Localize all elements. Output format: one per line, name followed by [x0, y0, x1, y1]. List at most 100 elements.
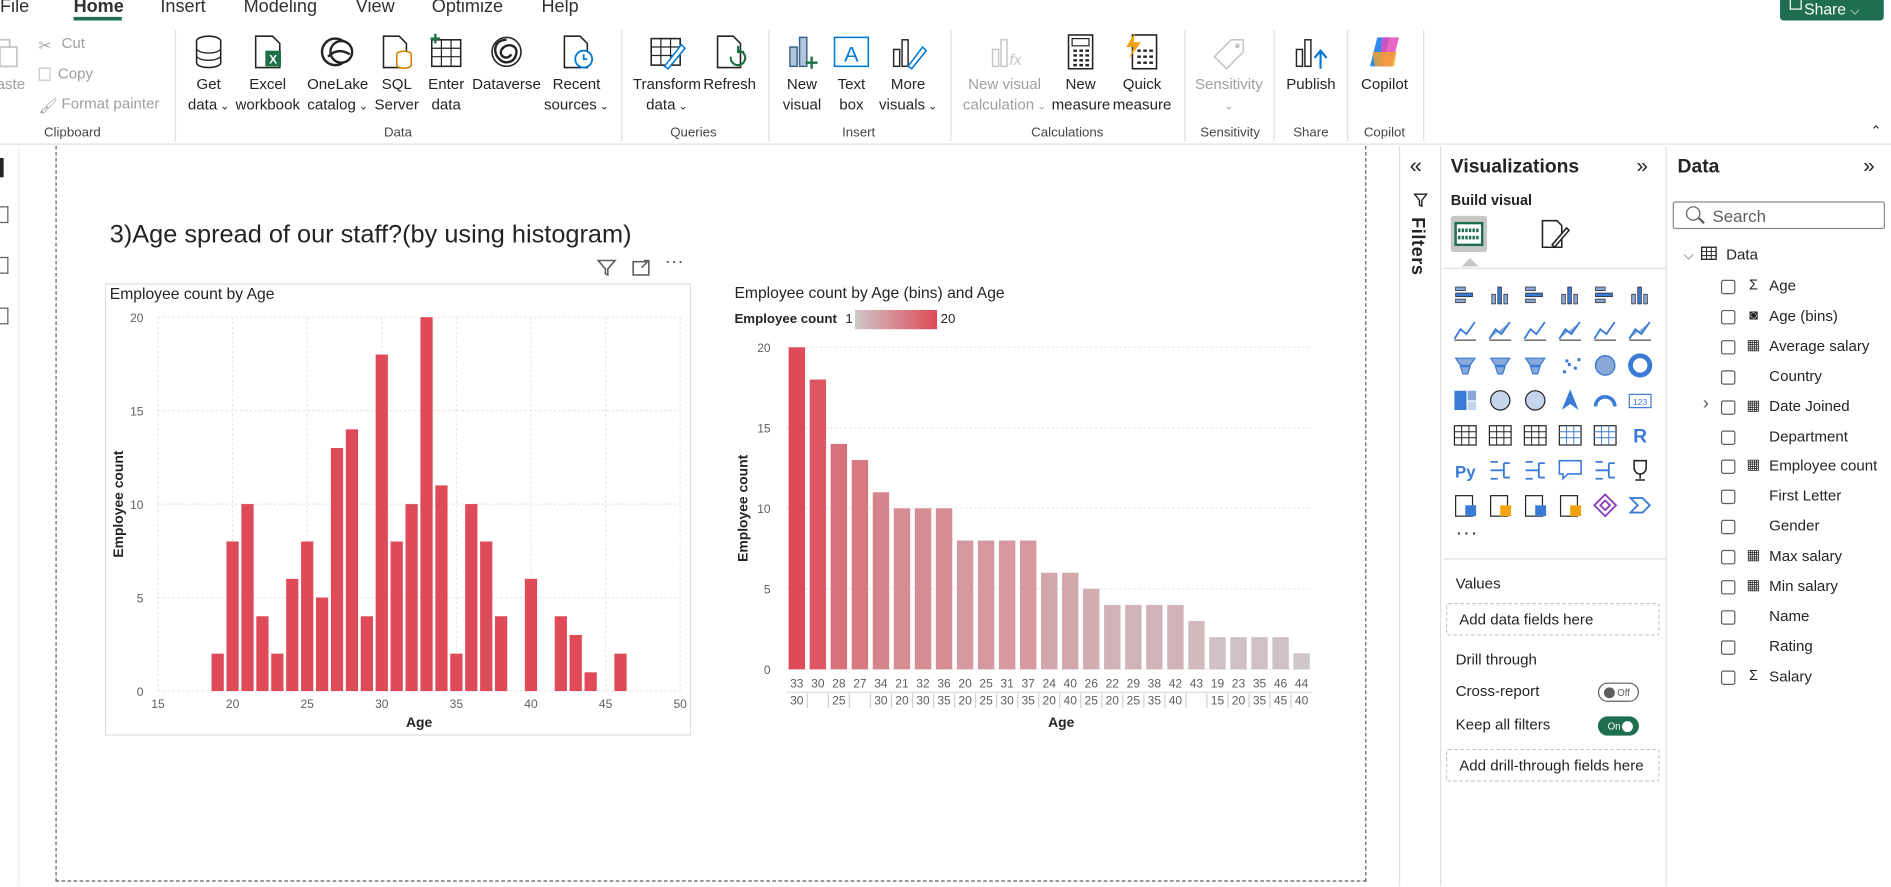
narrative-icon[interactable]	[1592, 457, 1619, 484]
azure-map-icon[interactable]	[1557, 387, 1584, 414]
power-apps-icon[interactable]	[1557, 492, 1584, 519]
recent-sources-button[interactable]: Recent sources ⌄	[541, 33, 611, 117]
filled-map-icon[interactable]	[1522, 387, 1549, 414]
tab-view[interactable]: View	[356, 0, 395, 17]
chevron-right-icon[interactable]: ›	[1703, 393, 1709, 414]
tab-home[interactable]: Home	[74, 0, 124, 17]
collapse-filters-icon[interactable]: «	[1410, 153, 1422, 178]
pie-chart-icon[interactable]	[1592, 352, 1619, 379]
share-button[interactable]: Share ⌵	[1780, 0, 1884, 21]
filters-label[interactable]: Filters	[1407, 217, 1428, 276]
collapse-pane-icon[interactable]: »	[1863, 154, 1874, 178]
table-view-icon[interactable]	[0, 206, 9, 224]
funnel-icon[interactable]	[1522, 352, 1549, 379]
filter-icon[interactable]	[596, 258, 618, 277]
search-input[interactable]: Search	[1672, 201, 1885, 230]
gauge-icon[interactable]	[1592, 387, 1619, 414]
field-checkbox[interactable]	[1720, 550, 1736, 565]
map-icon[interactable]	[1487, 387, 1514, 414]
binned-bar-visual[interactable]: Employee count by Age (bins) and Age Emp…	[730, 283, 1321, 735]
donut-chart-icon[interactable]	[1627, 352, 1654, 379]
paste-button[interactable]: aste	[0, 33, 25, 96]
copilot-button[interactable]: Copilot	[1356, 33, 1414, 96]
field-row[interactable]: ◙ Age (bins)	[1703, 306, 1891, 330]
table-icon[interactable]	[1557, 422, 1584, 449]
new-visual-calculation-button[interactable]: fx New visual calculation ⌄	[960, 33, 1049, 117]
format-painter-button[interactable]: 🖌 Format painter	[39, 95, 160, 114]
qna-icon[interactable]	[1557, 457, 1584, 484]
more-options-icon[interactable]: ···	[665, 252, 684, 274]
card-new-icon[interactable]	[1487, 492, 1514, 519]
field-checkbox[interactable]	[1720, 279, 1736, 295]
clustered-bar-icon[interactable]	[1522, 282, 1549, 309]
field-row[interactable]: ▦ Employee count	[1703, 456, 1891, 480]
key-influencers-icon[interactable]	[1487, 457, 1514, 484]
ribbon-chart-icon[interactable]	[1452, 352, 1479, 379]
enter-data-button[interactable]: Enter data	[422, 33, 470, 116]
publish-button[interactable]: Publish	[1282, 33, 1340, 96]
tab-file[interactable]: File	[0, 0, 29, 17]
keep-all-filters-toggle[interactable]: On	[1597, 716, 1639, 736]
stacked-column-100-icon[interactable]	[1627, 282, 1654, 309]
excel-workbook-button[interactable]: X Excel workbook	[234, 33, 302, 116]
new-measure-button[interactable]: New measure	[1052, 33, 1110, 116]
drill-through-drop-well[interactable]: Add drill-through fields here	[1445, 748, 1660, 782]
field-checkbox[interactable]	[1720, 640, 1736, 655]
model-view-icon[interactable]	[0, 256, 9, 274]
collapse-pane-icon[interactable]: »	[1637, 154, 1648, 178]
stacked-bar-100-icon[interactable]	[1592, 282, 1619, 309]
onelake-catalog-button[interactable]: OneLake catalog ⌄	[304, 33, 372, 117]
field-row[interactable]: › ▦ Date Joined	[1703, 393, 1891, 420]
field-row[interactable]: Department	[1703, 426, 1891, 450]
more-visuals-button[interactable]: More visuals ⌄	[877, 33, 940, 117]
waterfall-icon[interactable]	[1487, 352, 1514, 379]
cross-report-toggle[interactable]: Off	[1597, 682, 1639, 702]
collapse-ribbon-icon[interactable]: ⌃	[1870, 123, 1881, 138]
line-column-icon[interactable]	[1592, 317, 1619, 344]
field-row[interactable]: Rating	[1703, 637, 1891, 661]
format-visual-tab[interactable]	[1535, 216, 1571, 252]
field-checkbox[interactable]	[1720, 520, 1736, 535]
field-row[interactable]: ▦ Average salary	[1703, 336, 1891, 360]
power-automate-icon[interactable]	[1592, 492, 1619, 519]
metrics-icon[interactable]	[1627, 457, 1654, 484]
values-drop-well[interactable]: Add data fields here	[1445, 602, 1660, 636]
area-100-icon[interactable]	[1557, 317, 1584, 344]
field-row[interactable]: Country	[1703, 366, 1891, 390]
scatter-icon[interactable]	[1557, 352, 1584, 379]
multi-row-card-icon[interactable]	[1452, 422, 1479, 449]
python-visual-icon[interactable]: Py	[1452, 457, 1479, 484]
table-node-data[interactable]: ⌵ Data	[1684, 246, 1758, 264]
field-checkbox[interactable]	[1720, 429, 1736, 445]
copy-button[interactable]: Copy	[38, 65, 93, 82]
treemap-icon[interactable]	[1452, 387, 1479, 414]
field-checkbox[interactable]	[1720, 580, 1736, 595]
refresh-button[interactable]: Refresh	[703, 33, 756, 96]
field-checkbox[interactable]	[1720, 309, 1736, 325]
field-row[interactable]: ▦ Max salary	[1703, 546, 1891, 570]
dax-query-view-icon[interactable]	[0, 307, 9, 325]
transform-data-button[interactable]: Transform data ⌄	[631, 33, 703, 117]
clustered-column-icon[interactable]	[1557, 282, 1584, 309]
line-chart-icon[interactable]	[1452, 317, 1479, 344]
r-visual-icon[interactable]: R	[1627, 422, 1654, 449]
tab-insert[interactable]: Insert	[160, 0, 205, 17]
dataverse-button[interactable]: Dataverse	[472, 33, 542, 96]
field-row[interactable]: ▦ Min salary	[1703, 576, 1891, 600]
field-checkbox[interactable]	[1720, 369, 1736, 385]
histogram-visual[interactable]: Employee count by Age 0 5 10 15 20 15 20 25 30 35…	[104, 283, 692, 736]
build-visual-tab[interactable]	[1450, 215, 1487, 253]
field-row[interactable]: Σ Salary	[1703, 667, 1891, 691]
sensitivity-button[interactable]: Sensitivity ⌄	[1192, 33, 1267, 117]
field-row[interactable]: Gender	[1703, 516, 1891, 540]
new-visual-button[interactable]: New visual	[778, 33, 826, 116]
card-icon[interactable]: 123	[1627, 387, 1654, 414]
focus-mode-icon[interactable]	[631, 258, 653, 277]
more-visuals-ellipsis-icon[interactable]: ···	[1456, 523, 1479, 545]
field-row[interactable]: First Letter	[1703, 486, 1891, 510]
paginated-report-icon[interactable]	[1452, 492, 1479, 519]
arrow-chevron-icon[interactable]	[1627, 492, 1654, 519]
quick-measure-button[interactable]: Quick measure	[1110, 32, 1175, 116]
cut-button[interactable]: ✂ Cut	[39, 35, 85, 54]
stacked-area-icon[interactable]	[1522, 317, 1549, 344]
